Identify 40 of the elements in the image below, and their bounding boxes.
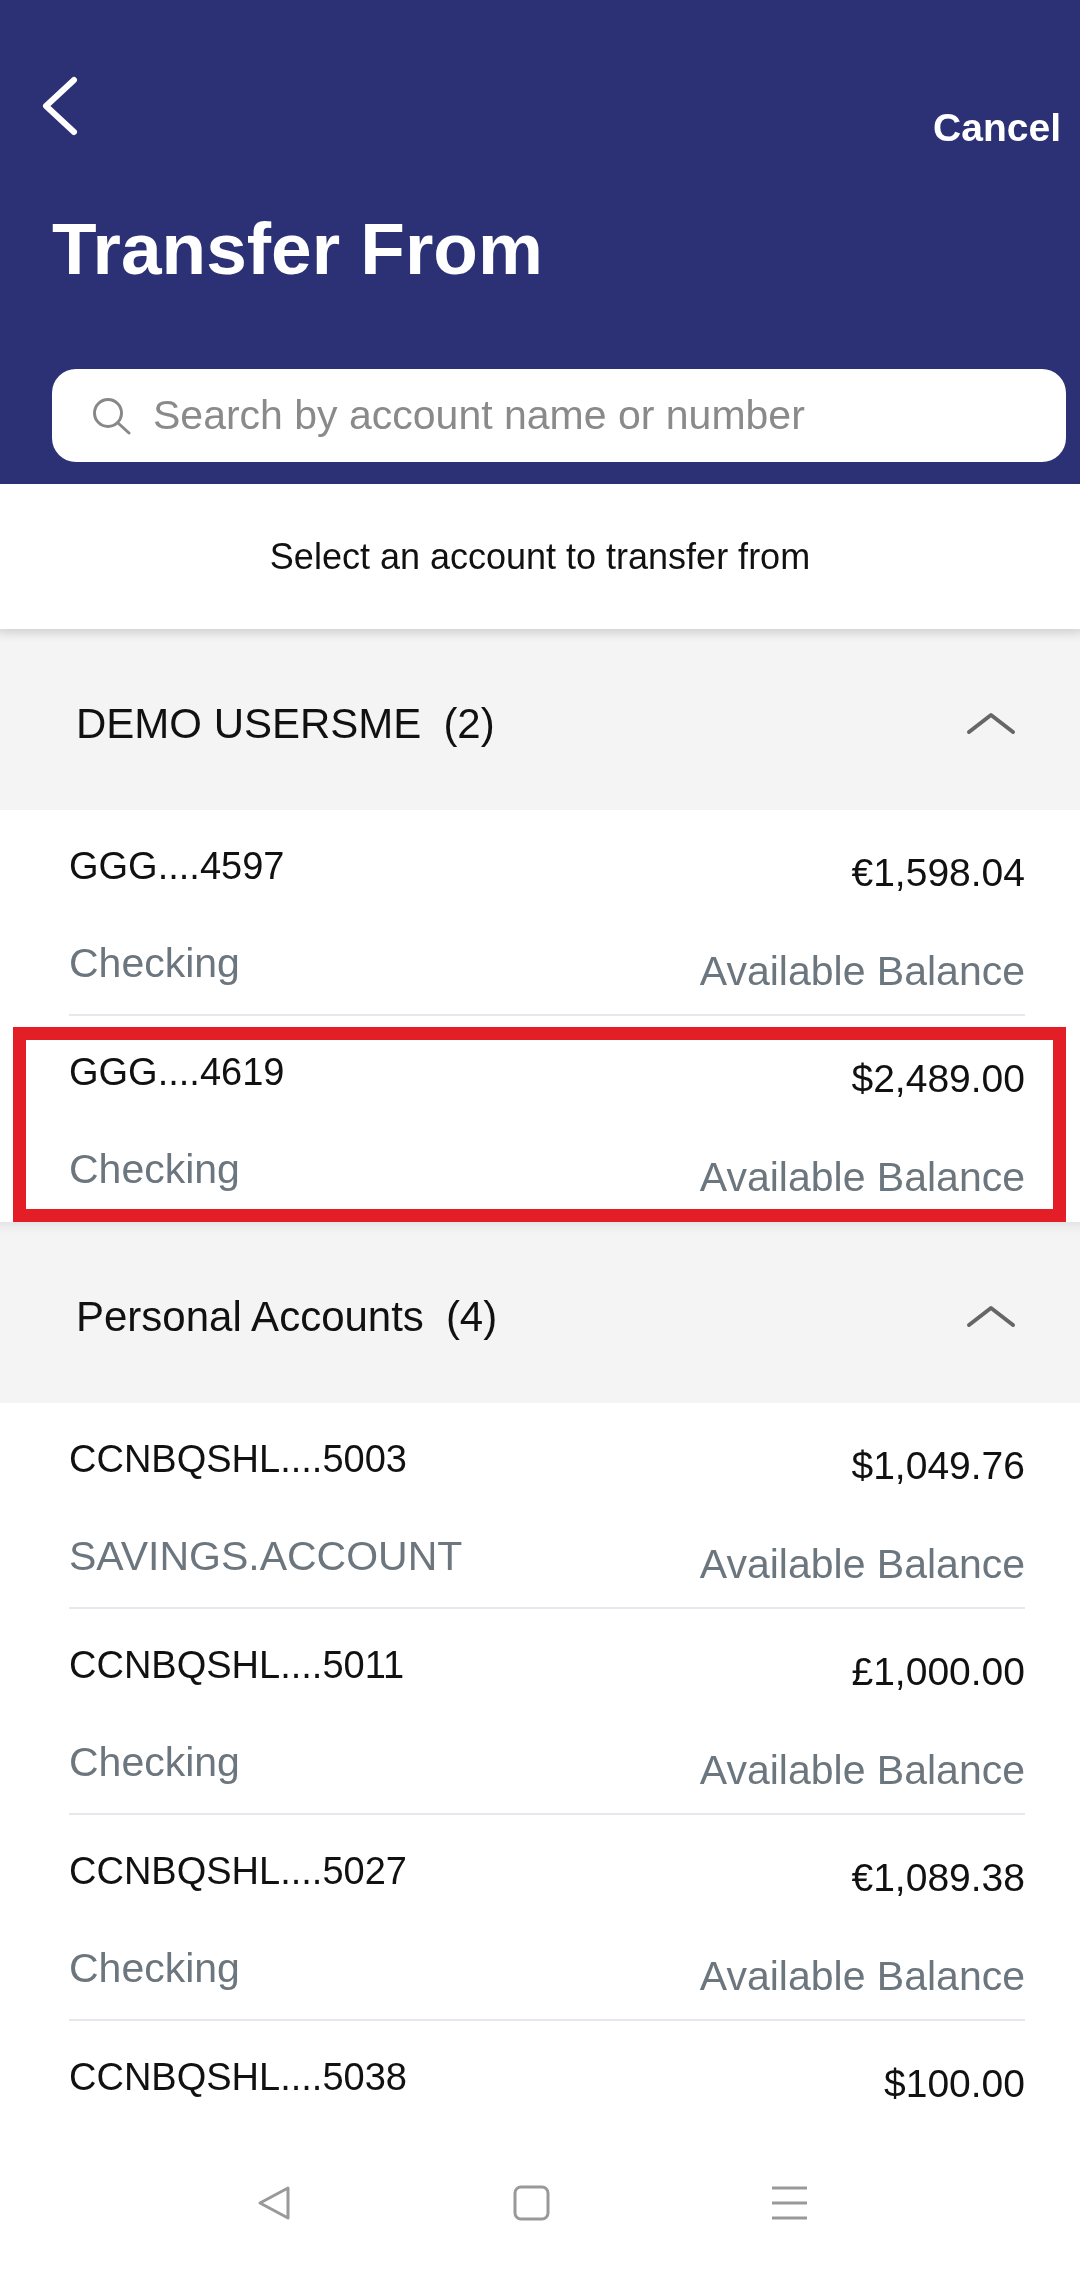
- balance-label: Available Balance: [699, 1954, 1025, 1998]
- account-count: (4): [445, 1292, 498, 1341]
- balance-label: Available Balance: [699, 1155, 1025, 1199]
- home-icon[interactable]: [512, 2185, 550, 2221]
- account-name: CCNBQSHL....5003: [69, 1439, 407, 1479]
- account-type: SAVINGS.ACCOUNT: [69, 1534, 463, 1578]
- chevron-up-icon[interactable]: [966, 712, 1016, 735]
- account-amount: $100.00: [884, 2064, 1025, 2104]
- menu-icon[interactable]: [769, 2185, 809, 2221]
- account-amount: £1,000.00: [851, 1652, 1025, 1692]
- balance-label: Available Balance: [699, 949, 1025, 993]
- account-name: CCNBQSHL....5038: [69, 2057, 407, 2097]
- balance-label: Available Balance: [699, 1542, 1025, 1586]
- account-name: CCNBQSHL....5011: [69, 1645, 405, 1685]
- account-count: (2): [443, 699, 495, 748]
- account-type: Checking: [69, 1147, 240, 1191]
- instruction-text: Select an account to transfer from: [269, 535, 811, 578]
- account-amount: €1,089.38: [851, 1858, 1025, 1898]
- chevron-up-icon[interactable]: [966, 1305, 1016, 1328]
- back-icon[interactable]: [41, 76, 78, 136]
- balance-label: Available Balance: [699, 1748, 1025, 1792]
- account-type: Checking: [69, 1946, 240, 1990]
- account-amount: €1,598.04: [851, 853, 1025, 893]
- account-name: CCNBQSHL....5027: [69, 1851, 407, 1891]
- section-header[interactable]: Personal Accounts (4): [0, 1222, 1080, 1403]
- section-title: Personal Accounts: [76, 1292, 424, 1341]
- nav-back-icon[interactable]: [255, 2185, 291, 2221]
- account-type: Checking: [69, 941, 240, 985]
- account-name: GGG....4619: [69, 1052, 285, 1092]
- search-icon: [92, 397, 131, 435]
- section-title: DEMO USERSME: [76, 699, 422, 748]
- search-field[interactable]: Search by account name or number: [52, 369, 1066, 462]
- cancel-button[interactable]: Cancel: [933, 108, 1066, 147]
- account-type: Checking: [69, 1740, 240, 1784]
- account-amount: $1,049.76: [851, 1446, 1025, 1486]
- page-title: Transfer From: [52, 212, 543, 285]
- account-row[interactable]: GGG....4619 $2,489.00 Checking Available Balance: [13, 1027, 1066, 1222]
- account-amount: $2,489.00: [851, 1059, 1025, 1099]
- section-header[interactable]: DEMO USERSME (2): [0, 629, 1080, 810]
- account-name: GGG....4597: [69, 846, 285, 886]
